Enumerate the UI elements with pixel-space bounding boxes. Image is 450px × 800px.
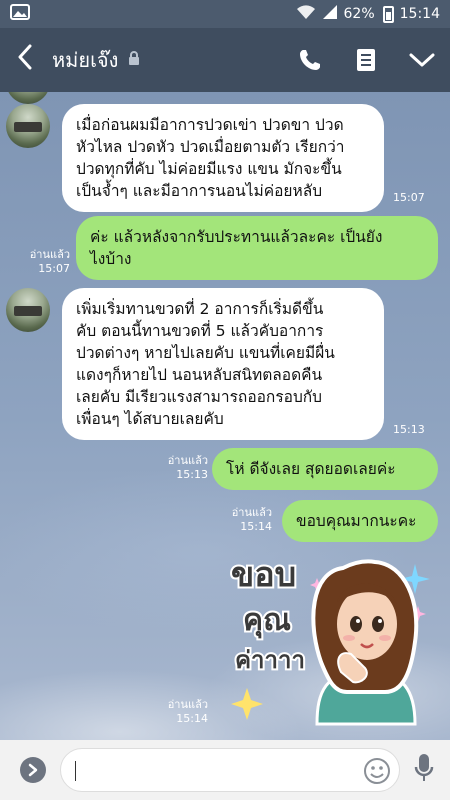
chat-header: หม่ยเจ๊ง [0, 28, 450, 92]
wifi-icon [296, 4, 316, 24]
contact-avatar[interactable] [6, 92, 50, 104]
message-time: 15:13 [176, 468, 208, 481]
outgoing-message[interactable]: ขอบคุณมากนะคะ [282, 500, 438, 542]
sticker-text-3: ค่าาาา [235, 646, 305, 674]
message-text: ค่ะ แล้วหลังจากรับประทานแล้วละคะ เป็นยัง… [90, 228, 383, 268]
status-bar: 62% 15:14 [0, 0, 450, 28]
phone-icon [300, 50, 320, 70]
chevron-down-icon [409, 53, 435, 67]
message-meta: อ่านแล้ว 15:14 [160, 698, 208, 726]
battery-percent: 62% [343, 6, 375, 22]
incoming-message[interactable]: เมื่อก่อนผมมีอาการปวดเข่า ปวดขา ปวด หัวไ… [62, 104, 384, 212]
smiley-icon [364, 758, 390, 784]
read-receipt: อ่านแล้ว [29, 248, 70, 261]
girl-character-icon [311, 559, 419, 726]
call-button[interactable] [282, 28, 338, 92]
notes-icon [357, 49, 375, 71]
chat-area[interactable]: เมื่อก่อนผมมีอาการปวดเข่า ปวดขา ปวด หัวไ… [0, 92, 450, 740]
message-time: 15:07 [38, 262, 70, 275]
outgoing-message[interactable]: โห่ ดีจังเลย สุดยอดเลยค่ะ [212, 448, 438, 490]
battery-icon [382, 5, 394, 23]
read-receipt: อ่านแล้ว [231, 506, 272, 519]
outgoing-message[interactable]: ค่ะ แล้วหลังจากรับประทานแล้วละคะ เป็นยัง… [76, 216, 438, 280]
message-text: เพิ่มเริ่มทานขวดที่ 2 อาการก็เริ่มดีขึ้น… [76, 300, 335, 428]
contact-avatar[interactable] [6, 104, 50, 148]
chevron-left-icon [18, 44, 32, 70]
contact-avatar[interactable] [6, 288, 50, 332]
message-text: เมื่อก่อนผมมีอาการปวดเข่า ปวดขา ปวด หัวไ… [76, 116, 345, 200]
chat-title: หม่ยเจ๊ง [52, 48, 119, 72]
message-input-bar [0, 740, 450, 800]
read-receipt: อ่านแล้ว [167, 698, 208, 711]
voice-button[interactable] [414, 753, 434, 787]
message-meta: อ่านแล้ว 15:13 [160, 454, 208, 482]
lock-icon [128, 50, 140, 70]
sticker-text-1: ขอบ [231, 555, 296, 595]
emoji-button[interactable] [363, 757, 391, 789]
sticker-text-2: คุณ [243, 603, 291, 639]
gallery-icon [10, 4, 30, 24]
thank-you-sticker[interactable]: ขอบ คุณ ค่าาาา [225, 542, 435, 732]
message-time: 15:14 [176, 712, 208, 725]
clock: 15:14 [399, 6, 440, 22]
menu-toggle-button[interactable] [394, 28, 450, 92]
message-text: โห่ ดีจังเลย สุดยอดเลยค่ะ [226, 460, 396, 478]
message-text-field[interactable] [73, 759, 343, 783]
message-text: ขอบคุณมากนะคะ [296, 512, 417, 530]
notes-button[interactable] [338, 28, 394, 92]
message-time: 15:13 [393, 423, 425, 436]
read-receipt: อ่านแล้ว [167, 454, 208, 467]
message-input[interactable] [60, 748, 400, 792]
chevron-right-icon [28, 763, 38, 777]
expand-button[interactable] [20, 757, 46, 783]
message-time: 15:14 [240, 520, 272, 533]
message-meta: อ่านแล้ว 15:07 [22, 248, 70, 276]
signal-icon [322, 4, 338, 24]
microphone-icon [414, 754, 434, 781]
message-time: 15:07 [393, 191, 425, 204]
message-meta: อ่านแล้ว 15:14 [224, 506, 272, 534]
back-button[interactable] [0, 44, 50, 76]
incoming-message[interactable]: เพิ่มเริ่มทานขวดที่ 2 อาการก็เริ่มดีขึ้น… [62, 288, 384, 440]
text-cursor [75, 761, 76, 781]
